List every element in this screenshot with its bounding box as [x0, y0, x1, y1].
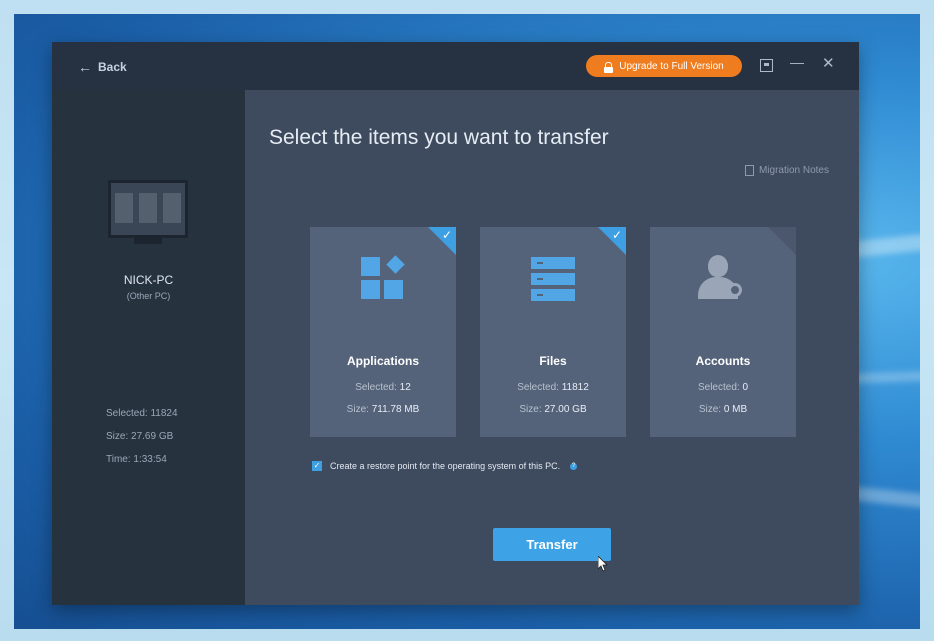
restore-window-icon[interactable]	[760, 59, 773, 72]
size-label: Size:	[519, 404, 542, 415]
selected-value: 0	[742, 382, 749, 393]
card-size: Size: 0 MB	[650, 404, 796, 415]
migration-notes-label: Migration Notes	[758, 165, 829, 176]
card-size: Size: 27.00 GB	[480, 404, 626, 415]
stat-selected: Selected: 11824	[106, 408, 178, 419]
monitor-icon	[108, 180, 188, 238]
card-files[interactable]: ✓ Files Selected: 11812 Size: 27.00 GB	[480, 227, 626, 437]
checkmark-icon: ✓	[441, 228, 452, 242]
card-selected: Selected: 0	[650, 382, 796, 393]
back-label: Back	[98, 60, 127, 74]
size-label: Size:	[346, 404, 369, 415]
screen-pane	[163, 193, 181, 223]
size-label: Size:	[698, 404, 722, 415]
user-gear-icon	[698, 253, 748, 303]
page-title: Select the items you want to transfer	[269, 126, 609, 149]
pc-type: (Other PC)	[126, 291, 171, 301]
migration-notes-link[interactable]: Migration Notes	[744, 165, 829, 176]
back-arrow-icon: ←	[78, 59, 92, 75]
unselected-corner	[768, 227, 796, 255]
title-bar: ← Back Upgrade to Full Version — ✕	[52, 42, 859, 90]
selected-label: Selected:	[517, 382, 559, 393]
document-icon	[744, 165, 754, 176]
app-window: ← Back Upgrade to Full Version — ✕ NICK-…	[52, 42, 859, 605]
size-value: 27.00 GB	[544, 404, 587, 415]
close-icon[interactable]: ✕	[822, 54, 835, 72]
card-size: Size: 711.78 MB	[310, 404, 456, 415]
info-icon[interactable]: ?	[570, 462, 578, 470]
apps-icon	[361, 255, 405, 301]
monitor-stand	[134, 238, 162, 244]
stat-time: Time: 1:33:54	[106, 454, 167, 465]
size-value: 711.78 MB	[371, 404, 420, 415]
restore-point-label: Create a restore point for the operating…	[330, 461, 561, 471]
card-accounts[interactable]: Accounts Selected: 0 Size: 0 MB	[650, 227, 796, 437]
main-panel: Select the items you want to transfer Mi…	[245, 90, 859, 605]
checkmark-icon: ✓	[611, 228, 622, 242]
upgrade-button[interactable]: Upgrade to Full Version	[586, 55, 742, 77]
card-title: Applications	[346, 354, 419, 368]
sidebar: NICK-PC (Other PC) Selected: 11824 Size:…	[52, 90, 245, 605]
checkbox-checked-icon[interactable]: ✓	[312, 461, 322, 471]
restore-point-checkbox[interactable]: ✓ Create a restore point for the operati…	[312, 461, 578, 471]
minimize-icon[interactable]: —	[790, 54, 804, 70]
lock-icon	[604, 61, 614, 73]
selected-label: Selected:	[697, 382, 740, 393]
card-applications[interactable]: ✓ Applications Selected: 12 Size: 711.78…	[310, 227, 456, 437]
card-selected: Selected: 12	[310, 382, 456, 393]
upgrade-label: Upgrade to Full Version	[619, 60, 724, 72]
back-button[interactable]: ← Back	[78, 59, 127, 75]
screen-pane	[115, 193, 133, 223]
stat-size: Size: 27.69 GB	[106, 431, 174, 442]
card-title: Files	[539, 354, 567, 368]
pc-name: NICK-PC	[123, 273, 174, 287]
transfer-button[interactable]: Transfer	[493, 528, 611, 561]
selected-value: 11812	[561, 382, 589, 393]
selected-label: Selected:	[355, 382, 397, 393]
card-selected: Selected: 11812	[480, 382, 626, 393]
server-icon	[531, 257, 575, 301]
screen-pane	[139, 193, 157, 223]
size-value: 0 MB	[723, 404, 748, 415]
card-title: Accounts	[695, 354, 751, 368]
selected-value: 12	[399, 382, 411, 393]
